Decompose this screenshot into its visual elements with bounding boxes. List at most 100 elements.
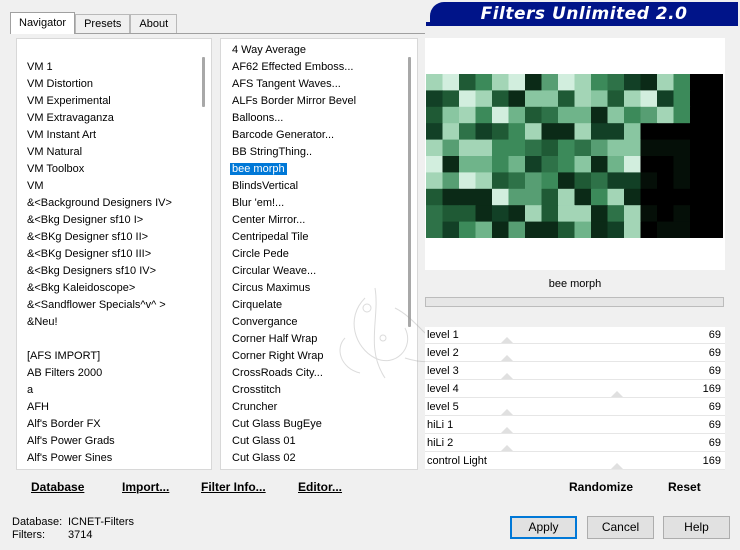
preview-tile xyxy=(475,90,493,108)
filter-item[interactable]: Cut Glass 03 xyxy=(221,467,403,469)
param-slider-thumb[interactable] xyxy=(500,337,513,343)
category-scrollbar[interactable] xyxy=(197,39,211,469)
cancel-button[interactable]: Cancel xyxy=(587,516,654,539)
category-scroll-thumb[interactable] xyxy=(202,57,205,107)
param-value: 69 xyxy=(708,401,721,413)
param-slider-track[interactable] xyxy=(425,343,725,344)
preview-tile xyxy=(558,156,575,173)
filter-scrollbar[interactable] xyxy=(403,39,417,469)
param-slider-thumb[interactable] xyxy=(500,355,513,361)
category-item[interactable]: AB Filters 2000 xyxy=(17,365,197,382)
filter-item-label: Balloons... xyxy=(232,112,284,124)
preview-tile xyxy=(657,172,674,190)
filter-item[interactable]: BlindsVertical xyxy=(221,178,403,195)
filter-item-selected[interactable]: bee morph xyxy=(221,161,403,178)
filter-item[interactable]: Balloons... xyxy=(221,110,403,127)
category-item[interactable]: VM Experimental xyxy=(17,93,197,110)
filter-item[interactable]: ALFs Border Mirror Bevel xyxy=(221,93,403,110)
param-slider-track[interactable] xyxy=(425,397,725,398)
category-item[interactable]: &<BKg Designer sf10 III> xyxy=(17,246,197,263)
param-row[interactable]: hiLi 2 69 xyxy=(425,435,725,453)
category-item[interactable]: Alf's Power Sines xyxy=(17,450,197,467)
category-item[interactable]: [AFS IMPORT] xyxy=(17,348,197,365)
filter-item[interactable]: Cut Glass BugEye xyxy=(221,416,403,433)
category-item[interactable]: Alf's Power Toys xyxy=(17,467,197,469)
param-slider-track[interactable] xyxy=(425,433,725,434)
apply-button[interactable]: Apply xyxy=(510,516,577,539)
filter-item[interactable]: Cruncher xyxy=(221,399,403,416)
preview-tile xyxy=(624,221,641,238)
database-link[interactable]: Database xyxy=(31,480,84,494)
tab-presets[interactable]: Presets xyxy=(75,14,131,34)
param-slider-thumb[interactable] xyxy=(500,427,513,433)
help-button[interactable]: Help xyxy=(663,516,730,539)
param-slider-track[interactable] xyxy=(425,451,725,452)
filter-item[interactable]: Centripedal Tile xyxy=(221,229,403,246)
param-label: level 4 xyxy=(427,383,459,395)
category-item[interactable]: VM Distortion xyxy=(17,76,197,93)
param-row[interactable]: level 1 69 xyxy=(425,327,725,345)
category-item[interactable]: VM Instant Art xyxy=(17,127,197,144)
category-item[interactable]: Alf's Power Grads xyxy=(17,433,197,450)
category-item[interactable]: &<Bkg Designers sf10 IV> xyxy=(17,263,197,280)
param-slider-thumb[interactable] xyxy=(610,391,623,397)
param-row[interactable]: level 5 69 xyxy=(425,399,725,417)
param-slider-track[interactable] xyxy=(425,361,725,362)
category-item[interactable]: VM 1 xyxy=(17,59,197,76)
param-slider-track[interactable] xyxy=(425,415,725,416)
filter-item[interactable]: AF62 Effected Emboss... xyxy=(221,59,403,76)
category-item[interactable]: VM xyxy=(17,178,197,195)
param-row[interactable]: hiLi 1 69 xyxy=(425,417,725,435)
category-item[interactable]: &<Sandflower Specials^v^ > xyxy=(17,297,197,314)
param-slider-track[interactable] xyxy=(425,469,725,470)
filter-list[interactable]: 4 Way Average AF62 Effected Emboss... AFS … xyxy=(220,38,418,470)
param-slider-track[interactable] xyxy=(425,379,725,380)
preview-tile xyxy=(591,221,608,238)
param-slider-thumb[interactable] xyxy=(500,445,513,451)
category-item[interactable]: AFH xyxy=(17,399,197,416)
filter-item[interactable]: Cut Glass 02 xyxy=(221,450,403,467)
tab-navigator[interactable]: Navigator xyxy=(10,12,76,34)
category-item[interactable]: &<BKg Designer sf10 II> xyxy=(17,229,197,246)
preview-tile xyxy=(508,156,526,173)
param-slider-thumb[interactable] xyxy=(500,409,513,415)
tab-about[interactable]: About xyxy=(130,14,178,34)
category-item[interactable]: &<Bkg Designer sf10 I> xyxy=(17,212,197,229)
filter-item[interactable]: Cut Glass 01 xyxy=(221,433,403,450)
category-item[interactable]: VM Extravaganza xyxy=(17,110,197,127)
filter-item[interactable]: 4 Way Average xyxy=(221,42,403,59)
category-item[interactable]: &<Bkg Kaleidoscope> xyxy=(17,280,197,297)
filter-item[interactable]: Barcode Generator... xyxy=(221,127,403,144)
preview-tile xyxy=(607,90,625,108)
editor-link[interactable]: Editor... xyxy=(298,480,342,494)
category-item[interactable]: &Neu! xyxy=(17,314,197,331)
category-item-label: a xyxy=(27,384,34,396)
randomize-link[interactable]: Randomize xyxy=(569,480,633,494)
category-item[interactable]: &<Background Designers IV> xyxy=(17,195,197,212)
param-label: hiLi 1 xyxy=(427,419,454,431)
param-slider-thumb[interactable] xyxy=(610,463,623,469)
param-row[interactable]: level 4 169 xyxy=(425,381,725,399)
param-row[interactable]: level 2 69 xyxy=(425,345,725,363)
filter-item[interactable]: AFS Tangent Waves... xyxy=(221,76,403,93)
param-row[interactable]: control Light 169 xyxy=(425,453,725,471)
filter-item[interactable]: Circle Pede xyxy=(221,246,403,263)
category-item[interactable]: VM Toolbox xyxy=(17,161,197,178)
preview-tile xyxy=(591,139,608,157)
filter-info-link[interactable]: Filter Info... xyxy=(201,480,266,494)
preview-tile xyxy=(640,106,658,124)
filter-item[interactable]: Blur 'em!... xyxy=(221,195,403,212)
filter-item[interactable]: Center Mirror... xyxy=(221,212,403,229)
reset-link[interactable]: Reset xyxy=(668,480,701,494)
import-link[interactable]: Import... xyxy=(122,480,169,494)
param-row[interactable]: level 3 69 xyxy=(425,363,725,381)
app-banner: Filters Unlimited 2.0 xyxy=(426,2,738,26)
category-item[interactable]: a xyxy=(17,382,197,399)
category-list[interactable]: VM 1 VM Distortion VM Experimental VM Extra… xyxy=(16,38,212,470)
filter-item[interactable]: BB StringThing.. xyxy=(221,144,403,161)
param-slider-thumb[interactable] xyxy=(500,373,513,379)
category-item[interactable]: VM Natural xyxy=(17,144,197,161)
preview-tile xyxy=(624,90,641,108)
category-item[interactable]: Alf's Border FX xyxy=(17,416,197,433)
preview-tile xyxy=(706,205,723,223)
